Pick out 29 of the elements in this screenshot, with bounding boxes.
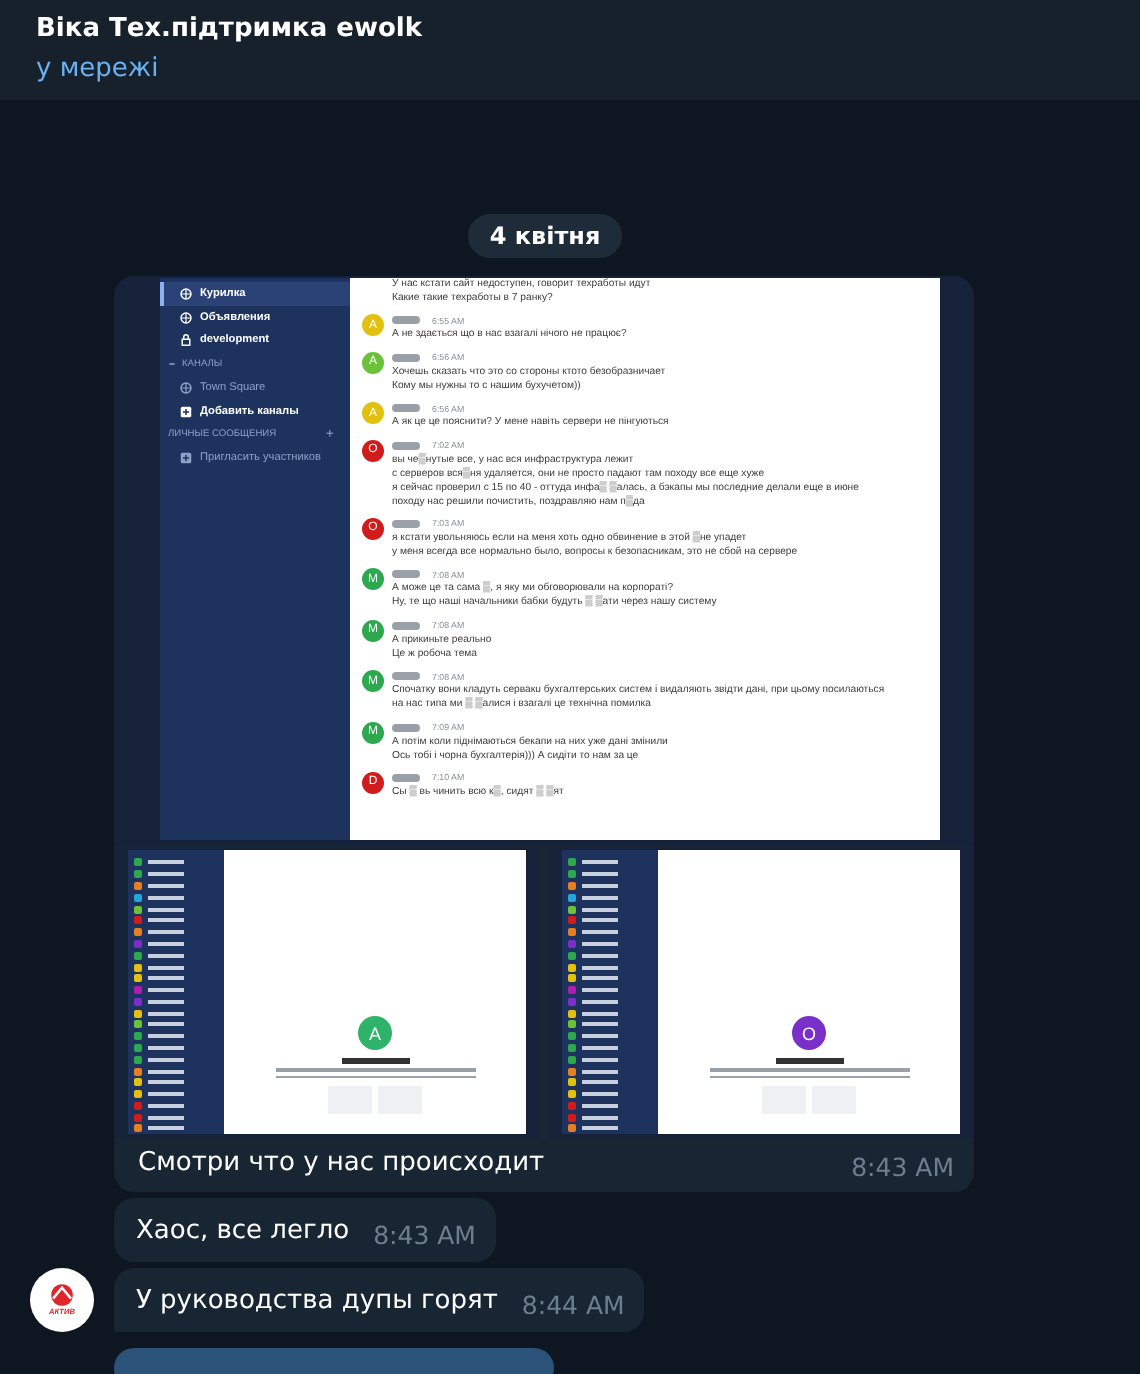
redacted-name — [392, 441, 420, 450]
globe-icon — [180, 287, 192, 300]
redacted-name — [392, 672, 420, 681]
redacted-name — [392, 570, 420, 579]
globe-icon — [180, 381, 192, 394]
plus-box-icon — [180, 452, 192, 465]
redacted-name — [392, 353, 420, 362]
user-avatar: O — [792, 1016, 826, 1050]
plus-box-icon — [180, 405, 192, 418]
redacted-name — [392, 621, 420, 630]
online-status: у мережі — [36, 52, 161, 88]
message-time: 8:43 AM — [373, 1222, 476, 1250]
redacted-name — [392, 723, 420, 732]
redacted-name — [392, 316, 420, 325]
message-text: Смотри что у нас происходит — [138, 1146, 545, 1182]
globe-icon — [180, 311, 192, 324]
message-text: Хаос, все легло — [136, 1214, 350, 1250]
user-avatar: A — [358, 1016, 392, 1050]
date-pill: 4 квітня — [467, 214, 623, 258]
screenshot-image[interactable]: O — [548, 848, 974, 1138]
lock-icon — [180, 334, 192, 347]
redacted-name — [392, 519, 420, 528]
screenshot-image[interactable] — [114, 276, 974, 846]
message-text: У руководства дупы горят — [136, 1284, 498, 1320]
chat-title: Віка Тех.підтримка ewolk — [36, 12, 424, 46]
message-time: 8:43 AM — [851, 1154, 954, 1182]
redacted-name — [392, 773, 420, 782]
redacted-name — [392, 404, 420, 413]
message-time: 8:44 AM — [521, 1292, 625, 1320]
